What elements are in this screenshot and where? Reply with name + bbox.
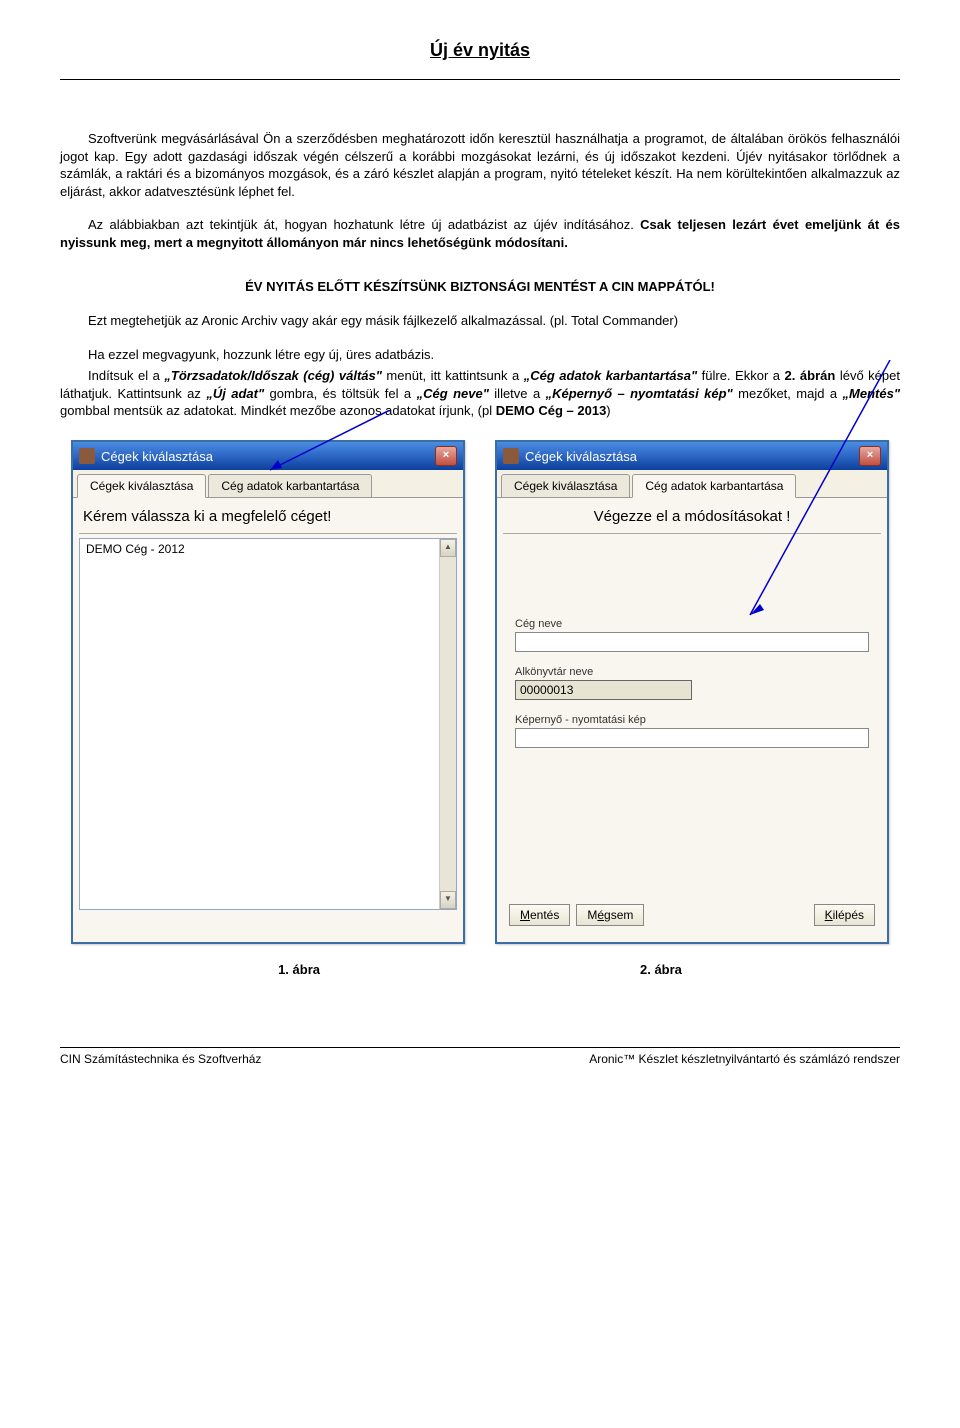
paragraph-2: Az alábbiakban azt tekintjük át, hogyan …	[60, 216, 900, 251]
app-icon	[79, 448, 95, 464]
company-listbox[interactable]: DEMO Cég - 2012 ▲ ▼	[79, 538, 457, 910]
label-company-name: Cég neve	[515, 618, 869, 630]
tab-bar: Cégek kiválasztása Cég adatok karbantart…	[497, 470, 887, 498]
paragraph-2a: Az alábbiakban azt tekintjük át, hogyan …	[88, 217, 640, 232]
caption-fig2: 2. ábra	[640, 962, 682, 977]
subdir-input[interactable]	[515, 680, 692, 700]
prompt-text: Végezze el a módosításokat !	[503, 502, 881, 534]
paragraph-1: Szoftverünk megvásárlásával Ön a szerződ…	[60, 130, 900, 200]
footer-right: Aronic™ Készlet készletnyilvántartó és s…	[589, 1052, 900, 1066]
dialog-select-company: Cégek kiválasztása × Cégek kiválasztása …	[71, 440, 465, 944]
label-subdir: Alkönyvtár neve	[515, 666, 869, 678]
cancel-button[interactable]: Mégsem	[576, 904, 644, 926]
section-heading: ÉV NYITÁS ELŐTT KÉSZÍTSÜNK BIZTONSÁGI ME…	[60, 279, 900, 294]
company-name-input[interactable]	[515, 632, 869, 652]
label-screen-print: Képernyő - nyomtatási kép	[515, 714, 869, 726]
titlebar: Cégek kiválasztása ×	[73, 442, 463, 470]
list-item[interactable]: DEMO Cég - 2012	[80, 539, 456, 559]
paragraph-4: Ha ezzel megvagyunk, hozzunk létre egy ú…	[60, 346, 900, 364]
figure-captions: 1. ábra 2. ábra	[60, 962, 900, 977]
caption-fig1: 1. ábra	[278, 962, 320, 977]
scroll-down-icon[interactable]: ▼	[440, 891, 456, 909]
close-icon[interactable]: ×	[435, 446, 457, 466]
prompt-text: Kérem válassza ki a megfelelő céget!	[79, 502, 457, 534]
tab-select-company[interactable]: Cégek kiválasztása	[501, 474, 630, 497]
close-icon[interactable]: ×	[859, 446, 881, 466]
page-footer: CIN Számítástechnika és Szoftverház Aron…	[0, 1048, 960, 1086]
screen-print-input[interactable]	[515, 728, 869, 748]
scroll-up-icon[interactable]: ▲	[440, 539, 456, 557]
paragraph-3: Ezt megtehetjük az Aronic Archiv vagy ak…	[60, 312, 900, 330]
tab-maintain-company[interactable]: Cég adatok karbantartása	[632, 474, 796, 498]
page-title: Új év nyitás	[60, 40, 900, 61]
tab-select-company[interactable]: Cégek kiválasztása	[77, 474, 206, 498]
header-separator	[60, 79, 900, 80]
screenshots-row: Cégek kiválasztása × Cégek kiválasztása …	[60, 440, 900, 944]
dialog-edit-company: Cégek kiválasztása × Cégek kiválasztása …	[495, 440, 889, 944]
save-button[interactable]: MMentésentés	[509, 904, 570, 926]
footer-left: CIN Számítástechnika és Szoftverház	[60, 1052, 261, 1066]
button-row: MMentésentés Mégsem Kilépés	[509, 904, 875, 926]
paragraph-5: Indítsuk el a „Törzsadatok/Időszak (cég)…	[60, 367, 900, 420]
scrollbar[interactable]: ▲ ▼	[439, 539, 456, 909]
app-icon	[503, 448, 519, 464]
titlebar: Cégek kiválasztása ×	[497, 442, 887, 470]
exit-button[interactable]: Kilépés	[814, 904, 875, 926]
dialog-title: Cégek kiválasztása	[101, 449, 213, 464]
tab-maintain-company[interactable]: Cég adatok karbantartása	[208, 474, 372, 497]
dialog-title: Cégek kiválasztása	[525, 449, 637, 464]
tab-bar: Cégek kiválasztása Cég adatok karbantart…	[73, 470, 463, 498]
